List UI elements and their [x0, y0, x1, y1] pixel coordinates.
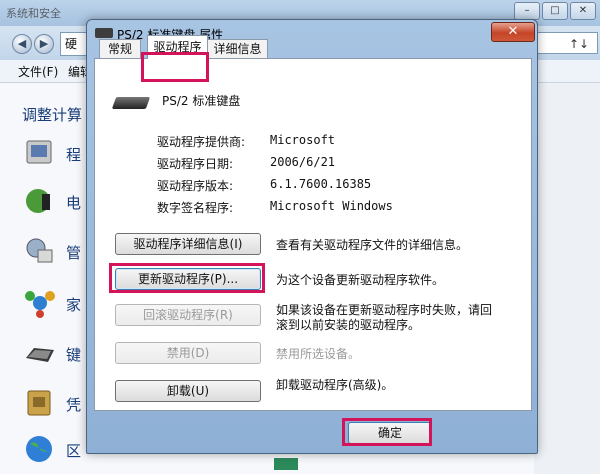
credential-icon — [27, 390, 51, 416]
tab-general[interactable]: 常规 — [99, 39, 141, 59]
disable-desc: 禁用所选设备。 — [276, 347, 361, 361]
keyboard-icon — [26, 348, 54, 362]
keyboard-icon — [95, 28, 113, 38]
uninstall-desc: 卸载驱动程序(高级)。 — [276, 378, 394, 392]
menu-file[interactable]: 文件(F) — [18, 63, 58, 80]
provider-value: Microsoft — [270, 133, 336, 147]
background-right-area — [534, 83, 600, 474]
forward-arrow-icon[interactable]: ▶ — [34, 34, 54, 54]
close-button[interactable]: ✕ — [491, 22, 535, 42]
driver-details-button[interactable]: 驱动程序详细信息(I) — [115, 233, 261, 255]
admin-tools-icon — [26, 238, 53, 263]
signer-value: Microsoft Windows — [270, 199, 393, 213]
date-value: 2006/6/21 — [270, 155, 336, 169]
taskbar-thumbnail — [274, 458, 298, 470]
refresh-icon[interactable]: ↑↓ — [532, 32, 598, 54]
uninstall-button[interactable]: 卸载(U) — [115, 380, 261, 402]
background-window-controls: – □ ✕ — [514, 2, 596, 20]
provider-label: 驱动程序提供商: — [157, 135, 246, 149]
homegroup-icon — [25, 291, 55, 318]
date-label: 驱动程序日期: — [157, 157, 234, 171]
back-arrow-icon[interactable]: ◀ — [12, 34, 32, 54]
tab-details[interactable]: 详细信息 — [207, 39, 268, 59]
region-icon — [26, 436, 52, 462]
keyboard-icon — [111, 97, 151, 109]
signer-label: 数字签名程序: — [157, 201, 234, 215]
update-driver-button[interactable]: 更新驱动程序(P)... — [115, 268, 261, 290]
power-icon — [26, 189, 50, 213]
background-heading: 调整计算 — [22, 106, 83, 124]
ok-button[interactable]: 确定 — [348, 422, 432, 444]
programs-icon — [26, 140, 52, 164]
device-name: PS/2 标准键盘 — [162, 94, 241, 108]
rollback-driver-button[interactable]: 回滚驱动程序(R) — [115, 304, 261, 326]
disable-button[interactable]: 禁用(D) — [115, 342, 261, 364]
version-label: 驱动程序版本: — [157, 179, 234, 193]
background-window-title: 系统和安全 — [6, 7, 61, 20]
tab-driver[interactable]: 驱动程序 — [147, 35, 208, 59]
update-driver-desc: 为这个设备更新驱动程序软件。 — [276, 273, 445, 287]
minimize-button[interactable]: – — [514, 2, 540, 20]
version-value: 6.1.7600.16385 — [270, 177, 372, 191]
driver-details-desc: 查看有关驱动程序文件的详细信息。 — [276, 238, 469, 252]
maximize-button[interactable]: □ — [542, 2, 568, 20]
close-button[interactable]: ✕ — [570, 2, 596, 20]
rollback-driver-desc-line2: 滚到以前安装的驱动程序。 — [276, 318, 421, 332]
